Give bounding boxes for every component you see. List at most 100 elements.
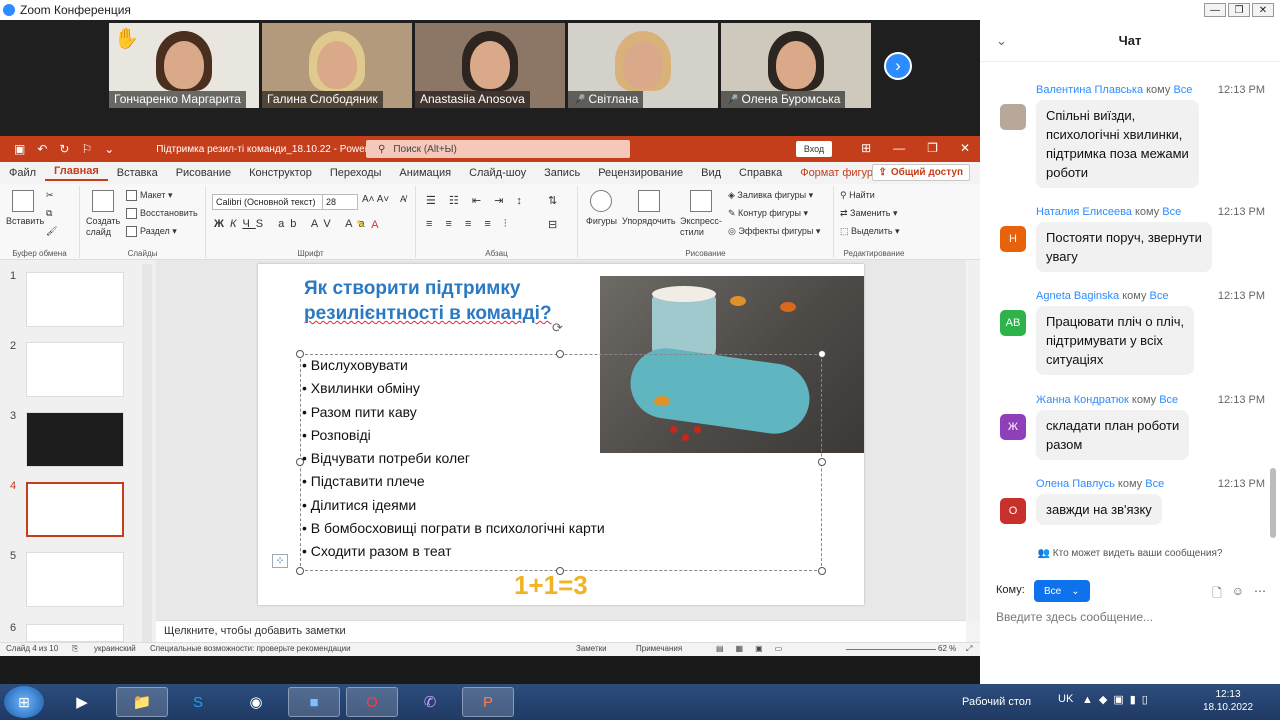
- new-slide-button[interactable]: Создать слайд: [86, 216, 122, 238]
- tab-file[interactable]: Файл: [0, 167, 45, 179]
- powerpoint-app-icon[interactable]: P: [462, 687, 514, 717]
- layout-options-icon[interactable]: ⊹: [272, 554, 288, 568]
- slide-thumbnail[interactable]: [26, 412, 124, 467]
- spellcheck-icon[interactable]: ⎘: [72, 644, 78, 654]
- language-status[interactable]: украинский: [94, 644, 136, 653]
- present-icon[interactable]: ⚐: [81, 142, 92, 156]
- align-icons[interactable]: ≡ ≡ ≡ ≡ ⫶: [426, 218, 512, 231]
- who-can-see-link[interactable]: 👥 Кто может видеть ваши сообщения?: [980, 548, 1280, 559]
- section-button[interactable]: Раздел ▾: [126, 226, 177, 238]
- shape-fill-button[interactable]: ◈ Заливка фигуры ▾: [728, 190, 813, 201]
- redo-icon[interactable]: ↻: [59, 142, 69, 156]
- list-icons[interactable]: ☰ ☷ ⇤ ⇥ ↕: [426, 194, 527, 207]
- replace-button[interactable]: ⇄ Заменить ▾: [840, 208, 898, 219]
- arrange-button[interactable]: Упорядочить: [622, 216, 676, 226]
- quick-styles-button[interactable]: Экспресс-стили: [680, 216, 724, 238]
- smartart-icon[interactable]: ⊟: [548, 218, 557, 231]
- quick-styles-icon[interactable]: [690, 190, 712, 212]
- slide-thumbnail-selected[interactable]: [26, 482, 124, 537]
- media-player-icon[interactable]: ▶: [56, 687, 108, 717]
- shapes-icon[interactable]: [590, 190, 612, 212]
- tab-design[interactable]: Конструктор: [240, 167, 321, 179]
- tab-record[interactable]: Запись: [535, 167, 589, 179]
- opera-icon[interactable]: O: [346, 687, 398, 717]
- minimize-icon[interactable]: —: [893, 141, 905, 155]
- skype-icon[interactable]: S: [172, 687, 224, 717]
- tray-icons[interactable]: ▲◆▣▮▯: [1082, 693, 1154, 706]
- tab-review[interactable]: Рецензирование: [589, 167, 692, 179]
- font-grow-icon[interactable]: A˄ A˅: [362, 194, 389, 205]
- tab-draw[interactable]: Рисование: [167, 167, 240, 179]
- login-button[interactable]: Вход: [796, 141, 832, 157]
- shape-effects-button[interactable]: ◎ Эффекты фигуры ▾: [728, 226, 820, 237]
- tab-transitions[interactable]: Переходы: [321, 167, 391, 179]
- video-tile[interactable]: 🎤 Світлана: [568, 23, 718, 108]
- emoji-icon[interactable]: ☺: [1232, 584, 1244, 605]
- font-color-icon[interactable]: ✎A: [356, 218, 385, 231]
- reset-button[interactable]: Восстановить: [126, 208, 198, 220]
- viber-icon[interactable]: ✆: [404, 687, 456, 717]
- ribbon-display-icon[interactable]: ⊞: [861, 141, 871, 155]
- maximize-icon[interactable]: ❐: [1228, 3, 1250, 17]
- start-button[interactable]: ⊞: [4, 686, 44, 718]
- font-size-field[interactable]: 28: [322, 194, 358, 210]
- more-icon[interactable]: ⋯: [1254, 584, 1266, 605]
- fit-slide-icon[interactable]: ⤢: [966, 644, 972, 654]
- scrollbar-thumb[interactable]: [1270, 468, 1276, 538]
- bullet-list[interactable]: Вислуховувати Хвилинки обміну Разом пити…: [302, 354, 822, 564]
- paste-button[interactable]: Вставить: [6, 216, 44, 226]
- font-style-buttons[interactable]: ЖКЧS ab AV Aa: [214, 218, 371, 230]
- tab-slideshow[interactable]: Слайд-шоу: [460, 167, 535, 179]
- chat-scrollbar[interactable]: [1270, 62, 1276, 542]
- recipient-dropdown[interactable]: Все ⌄: [1034, 580, 1090, 602]
- paste-icon[interactable]: [12, 190, 34, 212]
- resize-handle[interactable]: [296, 567, 304, 575]
- chevron-down-icon[interactable]: ⌄: [996, 20, 1007, 62]
- zoom-level[interactable]: 62 %: [938, 644, 956, 653]
- slide-canvas[interactable]: Як створити підтримку резилієнтності в к…: [258, 264, 864, 605]
- video-tile[interactable]: ✋ Гончаренко Маргарита: [109, 23, 259, 108]
- shapes-button[interactable]: Фигуры: [586, 216, 617, 226]
- font-name-field[interactable]: Calibri (Основной текст): [212, 194, 324, 210]
- zoom-slider[interactable]: [846, 649, 936, 650]
- chevron-right-icon[interactable]: ›: [884, 52, 912, 80]
- slide-thumbnail[interactable]: [26, 342, 124, 397]
- close-icon[interactable]: ✕: [1252, 3, 1274, 17]
- slide-thumbnail[interactable]: [26, 272, 124, 327]
- cut-icon[interactable]: ✂: [46, 190, 54, 201]
- format-painter-icon[interactable]: 🖌: [46, 226, 57, 237]
- thumbs-scrollbar[interactable]: [142, 264, 152, 642]
- text-direction-icon[interactable]: ⇅: [548, 194, 557, 207]
- accessibility-status[interactable]: Специальные возможности: проверьте реком…: [150, 644, 351, 653]
- notes-pane[interactable]: Щелкните, чтобы добавить заметки: [156, 620, 966, 642]
- more-icon[interactable]: ⌄: [104, 142, 114, 156]
- layout-button[interactable]: Макет ▾: [126, 190, 173, 202]
- tab-home[interactable]: Главная: [45, 165, 108, 181]
- select-button[interactable]: ⬚ Выделить ▾: [840, 226, 900, 237]
- clock[interactable]: 12:13 18.10.2022: [1198, 688, 1258, 714]
- video-tile[interactable]: Галина Слободяник: [262, 23, 412, 108]
- find-button[interactable]: ⚲ Найти: [840, 190, 875, 201]
- slide-scrollbar[interactable]: [968, 260, 980, 620]
- video-tile[interactable]: Anastasiia Anosova: [415, 23, 565, 108]
- restore-icon[interactable]: ❐: [927, 141, 938, 155]
- chrome-icon[interactable]: ◉: [230, 687, 282, 717]
- notes-toggle[interactable]: Заметки: [576, 644, 607, 653]
- minimize-icon[interactable]: —: [1204, 3, 1226, 17]
- share-button[interactable]: ⇪ Общий доступ: [871, 164, 970, 181]
- new-slide-icon[interactable]: [92, 190, 114, 212]
- tab-insert[interactable]: Вставка: [108, 167, 167, 179]
- language-indicator[interactable]: UK: [1058, 693, 1073, 705]
- copy-icon[interactable]: ⧉: [46, 208, 52, 219]
- formula-text[interactable]: 1+1=3: [514, 570, 588, 601]
- search-input[interactable]: ⚲ Поиск (Alt+Ы): [366, 140, 630, 158]
- view-buttons[interactable]: ▤▦▣▭: [716, 644, 794, 653]
- slide-thumbnail[interactable]: [26, 624, 124, 642]
- file-explorer-icon[interactable]: 📁: [116, 687, 168, 717]
- video-tile[interactable]: 🎤 Олена Буромська: [721, 23, 871, 108]
- save-icon[interactable]: ▣: [14, 142, 25, 156]
- chat-message-input[interactable]: Введите здесь сообщение...: [996, 610, 1266, 624]
- slide-title[interactable]: Як створити підтримку резилієнтності в к…: [304, 276, 604, 326]
- tab-help[interactable]: Справка: [730, 167, 791, 179]
- file-icon[interactable]: 🗋: [1212, 584, 1222, 605]
